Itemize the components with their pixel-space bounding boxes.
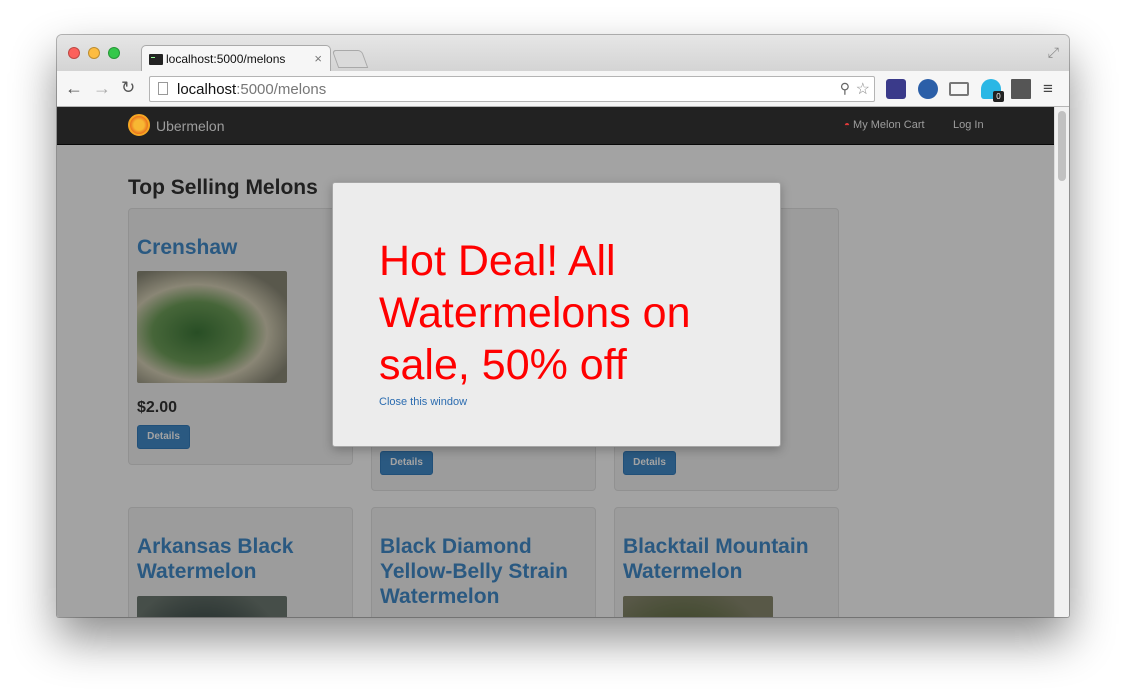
close-modal-link[interactable]: Close this window <box>379 396 467 408</box>
extension-icon-1[interactable] <box>886 79 906 99</box>
cart-link[interactable]: ◓ My Melon Cart <box>844 119 925 131</box>
browser-window: localhost:5000/melons × ⤢ ← → ↻ localhos… <box>57 35 1069 617</box>
tab-close-icon[interactable]: × <box>314 51 322 66</box>
zoom-icon[interactable]: ⚲ <box>840 80 850 97</box>
terminal-favicon-icon <box>149 54 163 65</box>
modal-heading: Hot Deal! All Watermelons on sale, 50% o… <box>379 237 691 389</box>
extension-icon-2[interactable] <box>918 79 938 99</box>
login-link[interactable]: Log In <box>953 119 984 131</box>
page-viewport: Ubermelon ◓ My Melon Cart Log In Top Sell… <box>57 107 1054 617</box>
back-arrow-icon[interactable]: ← <box>65 78 83 99</box>
hot-deal-modal: Hot Deal! All Watermelons on sale, 50% o… <box>332 182 781 447</box>
minimize-window-button[interactable] <box>88 47 100 59</box>
page-icon <box>158 82 168 95</box>
url-text[interactable]: localhost:5000/melons <box>177 81 326 98</box>
bookmark-star-icon[interactable]: ☆ <box>856 79 870 99</box>
close-window-button[interactable] <box>68 47 80 59</box>
url-host: localhost <box>177 81 237 98</box>
url-path: :5000/melons <box>236 81 327 98</box>
watermelon-slice-icon: ◓ <box>844 120 851 131</box>
browser-toolbar: ← → ↻ localhost:5000/melons ⚲ ☆ 0 ≡ <box>57 71 1069 107</box>
zoom-window-button[interactable] <box>108 47 120 59</box>
brand-link[interactable]: Ubermelon <box>156 118 224 134</box>
vertical-scrollbar[interactable] <box>1054 107 1069 617</box>
hamburger-menu-icon[interactable]: ≡ <box>1043 79 1053 99</box>
cart-link-label: My Melon Cart <box>853 119 925 131</box>
site-navbar: Ubermelon ◓ My Melon Cart Log In <box>57 107 1054 145</box>
extension-badge: 0 <box>993 91 1004 102</box>
reload-icon[interactable]: ↻ <box>121 78 135 98</box>
forward-arrow-icon[interactable]: → <box>93 78 111 99</box>
new-tab-button[interactable] <box>331 50 369 68</box>
title-bar: localhost:5000/melons × ⤢ <box>57 35 1069 72</box>
scrollbar-thumb[interactable] <box>1058 111 1066 181</box>
address-bar[interactable]: localhost:5000/melons ⚲ ☆ <box>149 76 875 102</box>
browser-tab[interactable]: localhost:5000/melons × <box>141 45 331 72</box>
fullscreen-icon[interactable]: ⤢ <box>1048 44 1059 61</box>
tab-title: localhost:5000/melons <box>166 52 286 66</box>
cast-icon[interactable] <box>949 82 969 96</box>
melon-logo-icon[interactable] <box>128 114 150 136</box>
film-extension-icon[interactable] <box>1011 79 1031 99</box>
